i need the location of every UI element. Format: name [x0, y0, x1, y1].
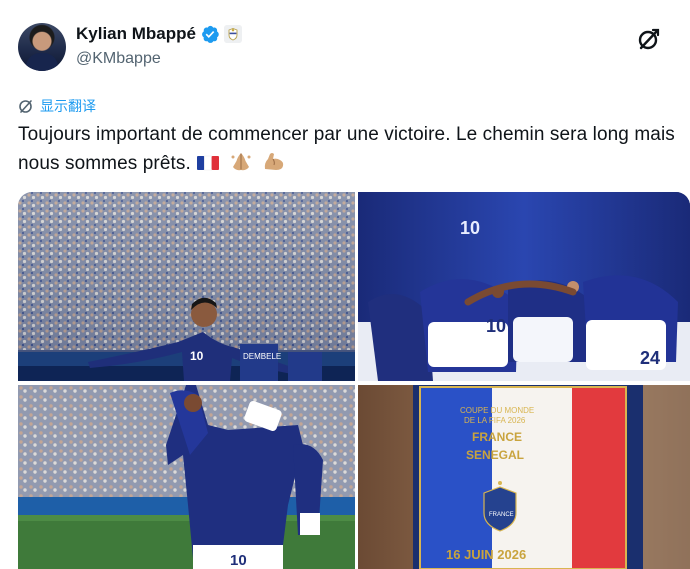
media-grid: 10 4 5 DEMBELE — [18, 192, 690, 569]
photo-2-team-huddle[interactable]: 10 10 24 — [358, 192, 690, 381]
pennant-date: 16 JUIN 2026 — [446, 547, 526, 562]
jersey-number-10c: 10 — [230, 552, 247, 569]
tweet-text: Toujours important de commencer par une … — [18, 120, 688, 178]
jersey-number-10b: 10 — [486, 316, 506, 336]
pennant-team2: SENEGAL — [466, 448, 524, 462]
author-name-row: Kylian Mbappé — [76, 24, 242, 44]
pennant-line2: DE LA FIFA 2026 — [464, 416, 526, 425]
jersey-number-10: 10 — [190, 349, 204, 363]
tweet-header: Kylian Mbappé @KMbappe — [18, 20, 678, 76]
tweet-body: Toujours important de commencer par une … — [18, 124, 675, 174]
flag-france-icon — [197, 155, 220, 171]
author-handle[interactable]: @KMbappe — [76, 50, 161, 68]
jersey-name-dembele: DEMBELE — [243, 352, 281, 361]
jersey-number-10a: 10 — [460, 218, 480, 238]
photo-1-player-celebrating-crowd[interactable]: 10 4 5 DEMBELE — [18, 192, 355, 381]
crest-text: FRANCE — [489, 512, 514, 518]
folded-hands-icon — [231, 153, 251, 171]
verified-badge-icon — [202, 25, 219, 43]
photo-4-match-pennant[interactable]: COUPE DU MONDE DE LA FIFA 2026 FRANCE SE… — [358, 385, 690, 569]
flexed-biceps-icon — [264, 153, 284, 170]
translate-label[interactable]: 显示翻译 — [40, 96, 96, 116]
translate-link[interactable]: 显示翻译 — [18, 96, 96, 116]
translate-icon — [19, 100, 32, 113]
photo-3-player-celebration[interactable]: 10 — [18, 385, 355, 569]
avatar[interactable] — [18, 23, 66, 71]
jersey-number-24: 24 — [640, 348, 660, 368]
pennant-team1: FRANCE — [472, 430, 522, 444]
grok-icon[interactable] — [636, 26, 662, 52]
club-badge-icon — [223, 25, 242, 43]
display-name[interactable]: Kylian Mbappé — [76, 24, 196, 44]
pennant-line1: COUPE DU MONDE — [460, 406, 534, 415]
